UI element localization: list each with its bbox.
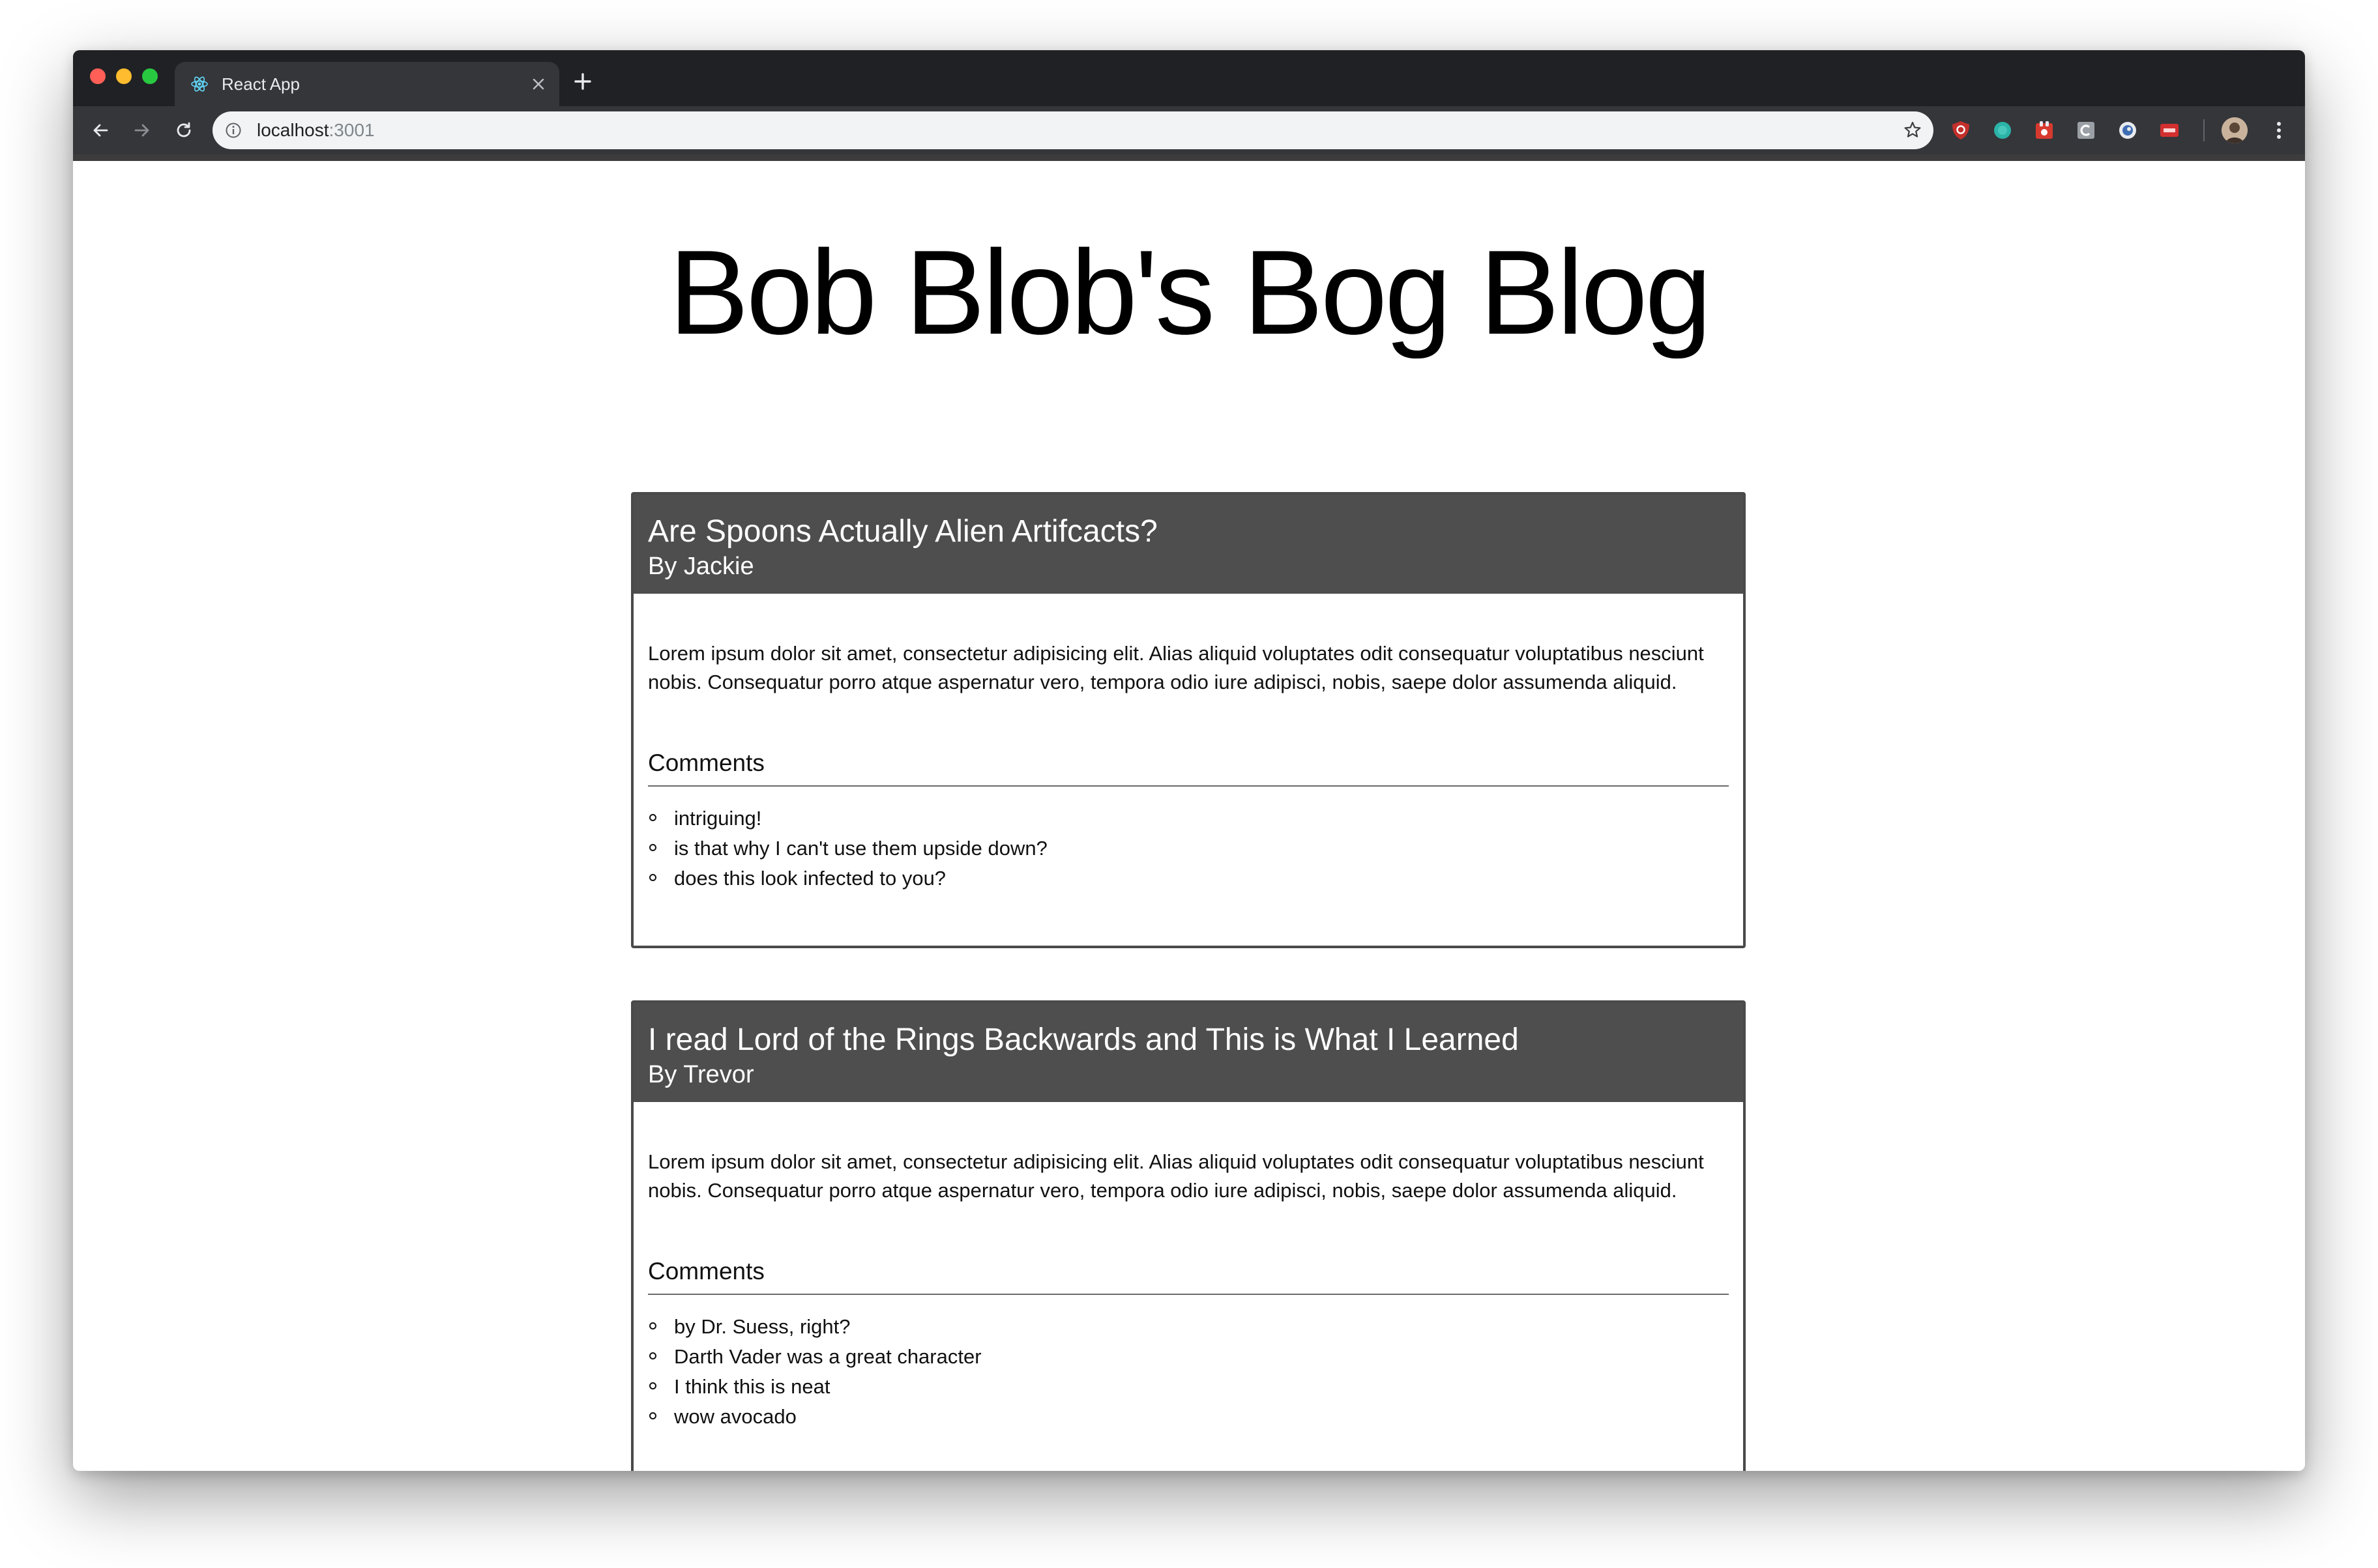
comment-item: by Dr. Suess, right? <box>649 1312 1729 1342</box>
kebab-menu-icon[interactable] <box>2266 117 2292 143</box>
c-extension-icon[interactable] <box>2076 120 2096 141</box>
window-maximize-button[interactable] <box>142 68 158 84</box>
red-puzzle-extension-icon[interactable] <box>2034 120 2055 141</box>
post-author: By Jackie <box>648 553 754 580</box>
react-icon <box>191 76 208 92</box>
bullet-circle-icon <box>649 1352 656 1359</box>
comment-item: I think this is neat <box>649 1372 1729 1402</box>
url-text[interactable]: localhost:3001 <box>257 120 375 141</box>
ublock-extension-icon[interactable] <box>1950 120 1971 141</box>
star-icon[interactable] <box>1902 120 1923 141</box>
comment-item: does this look infected to you? <box>649 864 1729 893</box>
bullet-circle-icon <box>649 1382 656 1389</box>
browser-tab-active[interactable]: React App <box>175 62 559 106</box>
reload-icon <box>177 122 191 138</box>
forward-button[interactable] <box>129 117 155 143</box>
web-page-viewport: Bob Blob's Bog Blog Are Spoons Actually … <box>73 161 2305 1471</box>
browser-window: React App localhost:3001 Bob Blob's Bog … <box>73 50 2305 1471</box>
comment-text: wow avocado <box>674 1405 797 1428</box>
window-minimize-button[interactable] <box>116 68 132 84</box>
comments-heading: Comments <box>648 697 1729 787</box>
comment-text: does this look infected to you? <box>674 867 947 890</box>
profile-avatar[interactable] <box>2222 117 2248 143</box>
comment-text: I think this is neat <box>674 1375 830 1398</box>
bullet-circle-icon <box>649 1412 656 1419</box>
url-port: :3001 <box>329 120 375 140</box>
comment-item: is that why I can't use them upside down… <box>649 834 1729 864</box>
back-button[interactable] <box>87 117 113 143</box>
teal-extension-icon[interactable] <box>1992 120 2013 141</box>
post-header: Are Spoons Actually Alien Artifcacts? By… <box>634 495 1743 594</box>
post-text: Lorem ipsum dolor sit amet, consectetur … <box>648 1150 1704 1202</box>
comment-text: is that why I can't use them upside down… <box>674 837 1048 860</box>
comments-list: intriguing! is that why I can't use them… <box>648 804 1729 893</box>
comment-item: intriguing! <box>649 804 1729 834</box>
address-bar[interactable]: localhost:3001 <box>213 111 1933 149</box>
comment-item: Darth Vader was a great character <box>649 1342 1729 1372</box>
tab-title: React App <box>222 74 300 94</box>
post-header: I read Lord of the Rings Backwards and T… <box>634 1003 1743 1102</box>
post-body: Lorem ipsum dolor sit amet, consectetur … <box>634 594 1743 893</box>
post-text: Lorem ipsum dolor sit amet, consectetur … <box>648 642 1704 693</box>
browser-toolbar: localhost:3001 <box>73 106 2305 154</box>
post-author: By Trevor <box>648 1061 754 1088</box>
bullet-circle-icon <box>649 814 656 821</box>
window-close-button[interactable] <box>90 68 106 84</box>
bullet-circle-icon <box>649 874 656 881</box>
close-icon[interactable] <box>527 72 550 96</box>
arrow-right-icon <box>134 124 149 137</box>
avatar-icon <box>2222 117 2248 143</box>
screenshot-canvas: React App localhost:3001 Bob Blob's Bog … <box>0 0 2378 1568</box>
comment-item: wow avocado <box>649 1402 1729 1432</box>
bullet-circle-icon <box>649 1322 656 1329</box>
post-body: Lorem ipsum dolor sit amet, consectetur … <box>634 1102 1743 1432</box>
comments-list: by Dr. Suess, right? Darth Vader was a g… <box>648 1312 1729 1432</box>
toolbar-divider <box>73 154 2305 161</box>
post-title: Are Spoons Actually Alien Artifcacts? <box>648 514 1158 549</box>
comment-text: by Dr. Suess, right? <box>674 1315 851 1338</box>
reload-button[interactable] <box>171 117 197 143</box>
url-host: localhost <box>257 120 329 140</box>
toolbar-separator <box>2203 119 2205 141</box>
info-icon[interactable] <box>224 121 242 139</box>
cors-extension-icon[interactable] <box>2159 120 2180 141</box>
bullet-circle-icon <box>649 844 656 851</box>
comments-heading: Comments <box>648 1205 1729 1295</box>
post-title: I read Lord of the Rings Backwards and T… <box>648 1023 1519 1057</box>
blog-post-card: Are Spoons Actually Alien Artifcacts? By… <box>631 492 1746 948</box>
plus-icon[interactable] <box>571 70 594 93</box>
comment-text: Darth Vader was a great character <box>674 1345 982 1368</box>
circle-extension-icon[interactable] <box>2117 120 2138 141</box>
tab-strip: React App <box>73 50 2305 106</box>
arrow-left-icon <box>93 124 108 137</box>
blog-post-card: I read Lord of the Rings Backwards and T… <box>631 1000 1746 1471</box>
comment-text: intriguing! <box>674 807 762 830</box>
blog-title: Bob Blob's Bog Blog <box>669 225 1712 359</box>
